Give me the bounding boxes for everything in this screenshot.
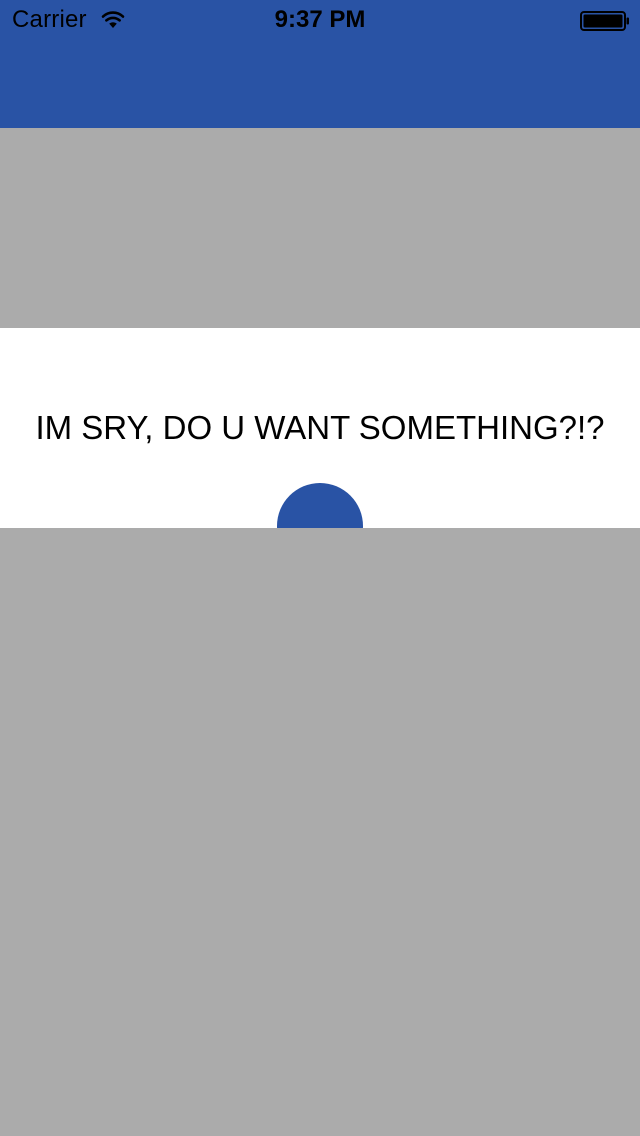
bottom-gray-area bbox=[0, 528, 640, 1136]
app-screen: Carrier 9:37 PM IM SRY, DO U WANT SOMETH… bbox=[0, 0, 640, 1136]
status-bar: Carrier 9:37 PM bbox=[0, 0, 640, 40]
status-time: 9:37 PM bbox=[274, 6, 366, 33]
header-bar: Carrier 9:37 PM bbox=[0, 0, 640, 128]
battery-icon bbox=[580, 11, 629, 31]
top-gray-area bbox=[0, 128, 640, 328]
message-text: IM SRY, DO U WANT SOMETHING?!? bbox=[35, 409, 605, 446]
circle-action-button[interactable] bbox=[277, 483, 363, 528]
message-panel: IM SRY, DO U WANT SOMETHING?!? bbox=[0, 328, 640, 528]
